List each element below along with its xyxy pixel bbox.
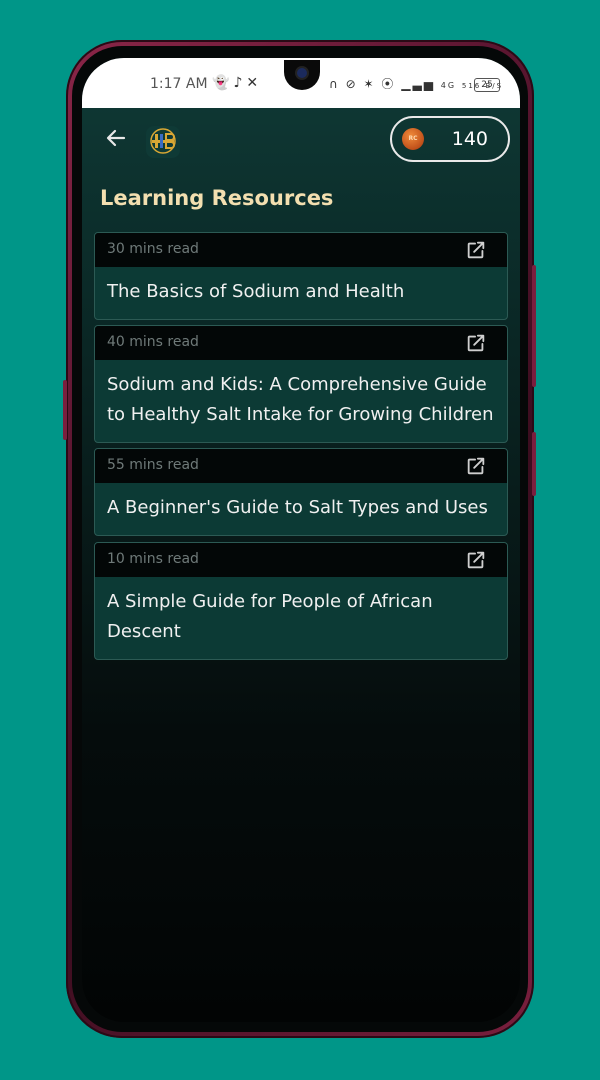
card-header: 10 mins read — [95, 543, 507, 577]
mute-icon: ⊘ — [345, 77, 358, 91]
coin-count: 140 — [451, 128, 488, 150]
card-header: 30 mins read — [95, 233, 507, 267]
signal-icon: ▁▃▅ — [401, 77, 435, 91]
4g-label: 4G — [440, 81, 457, 90]
card-header: 55 mins read — [95, 449, 507, 483]
app-logo-icon — [146, 126, 180, 158]
snapchat-icon: 👻 — [212, 75, 234, 91]
power-button — [532, 265, 536, 387]
front-camera — [284, 60, 320, 90]
resource-card[interactable]: 30 mins read The Basics of Sodium and He… — [94, 232, 508, 320]
notification-icons: 👻♪✕ — [212, 75, 262, 91]
external-link-icon[interactable] — [465, 549, 487, 571]
resource-title: A Beginner's Guide to Salt Types and Use… — [107, 497, 488, 518]
headphones-icon: ∩ — [329, 77, 340, 91]
status-bar: 1:17 AM 👻♪✕ ∩ ⊘ ✶ ⦿ ▁▃▅ 4G 516 B/S 25 — [82, 58, 520, 108]
hotspot-icon: ⦿ — [381, 77, 396, 91]
resource-title: A Simple Guide for People of African Des… — [107, 591, 433, 642]
status-time: 1:17 AM — [150, 76, 208, 92]
x-icon: ✕ — [246, 75, 263, 91]
resource-title: The Basics of Sodium and Health — [107, 281, 405, 302]
page-title: Learning Resources — [100, 186, 334, 210]
back-button[interactable] — [102, 126, 130, 154]
arrow-left-icon — [106, 129, 126, 147]
resource-card[interactable]: 40 mins read Sodium and Kids: A Comprehe… — [94, 325, 508, 443]
card-header: 40 mins read — [95, 326, 507, 360]
tiktok-icon: ♪ — [233, 75, 247, 91]
external-link-icon[interactable] — [465, 239, 487, 261]
volume-button — [532, 432, 536, 496]
read-time: 30 mins read — [107, 241, 199, 257]
coin-balance[interactable]: RC 140 — [390, 116, 510, 162]
external-link-icon[interactable] — [465, 332, 487, 354]
read-time: 10 mins read — [107, 551, 199, 567]
read-time: 55 mins read — [107, 457, 199, 473]
resource-card[interactable]: 55 mins read A Beginner's Guide to Salt … — [94, 448, 508, 536]
app-screen: 1:17 AM 👻♪✕ ∩ ⊘ ✶ ⦿ ▁▃▅ 4G 516 B/S 25 RC… — [82, 58, 520, 1022]
external-link-icon[interactable] — [465, 455, 487, 477]
read-time: 40 mins read — [107, 334, 199, 350]
bluetooth-icon: ✶ — [363, 77, 376, 91]
resource-title: Sodium and Kids: A Comprehensive Guide t… — [107, 374, 494, 425]
coin-icon: RC — [402, 128, 424, 150]
resource-card[interactable]: 10 mins read A Simple Guide for People o… — [94, 542, 508, 660]
battery-icon: 25 — [474, 78, 500, 92]
side-button-left — [63, 380, 67, 440]
